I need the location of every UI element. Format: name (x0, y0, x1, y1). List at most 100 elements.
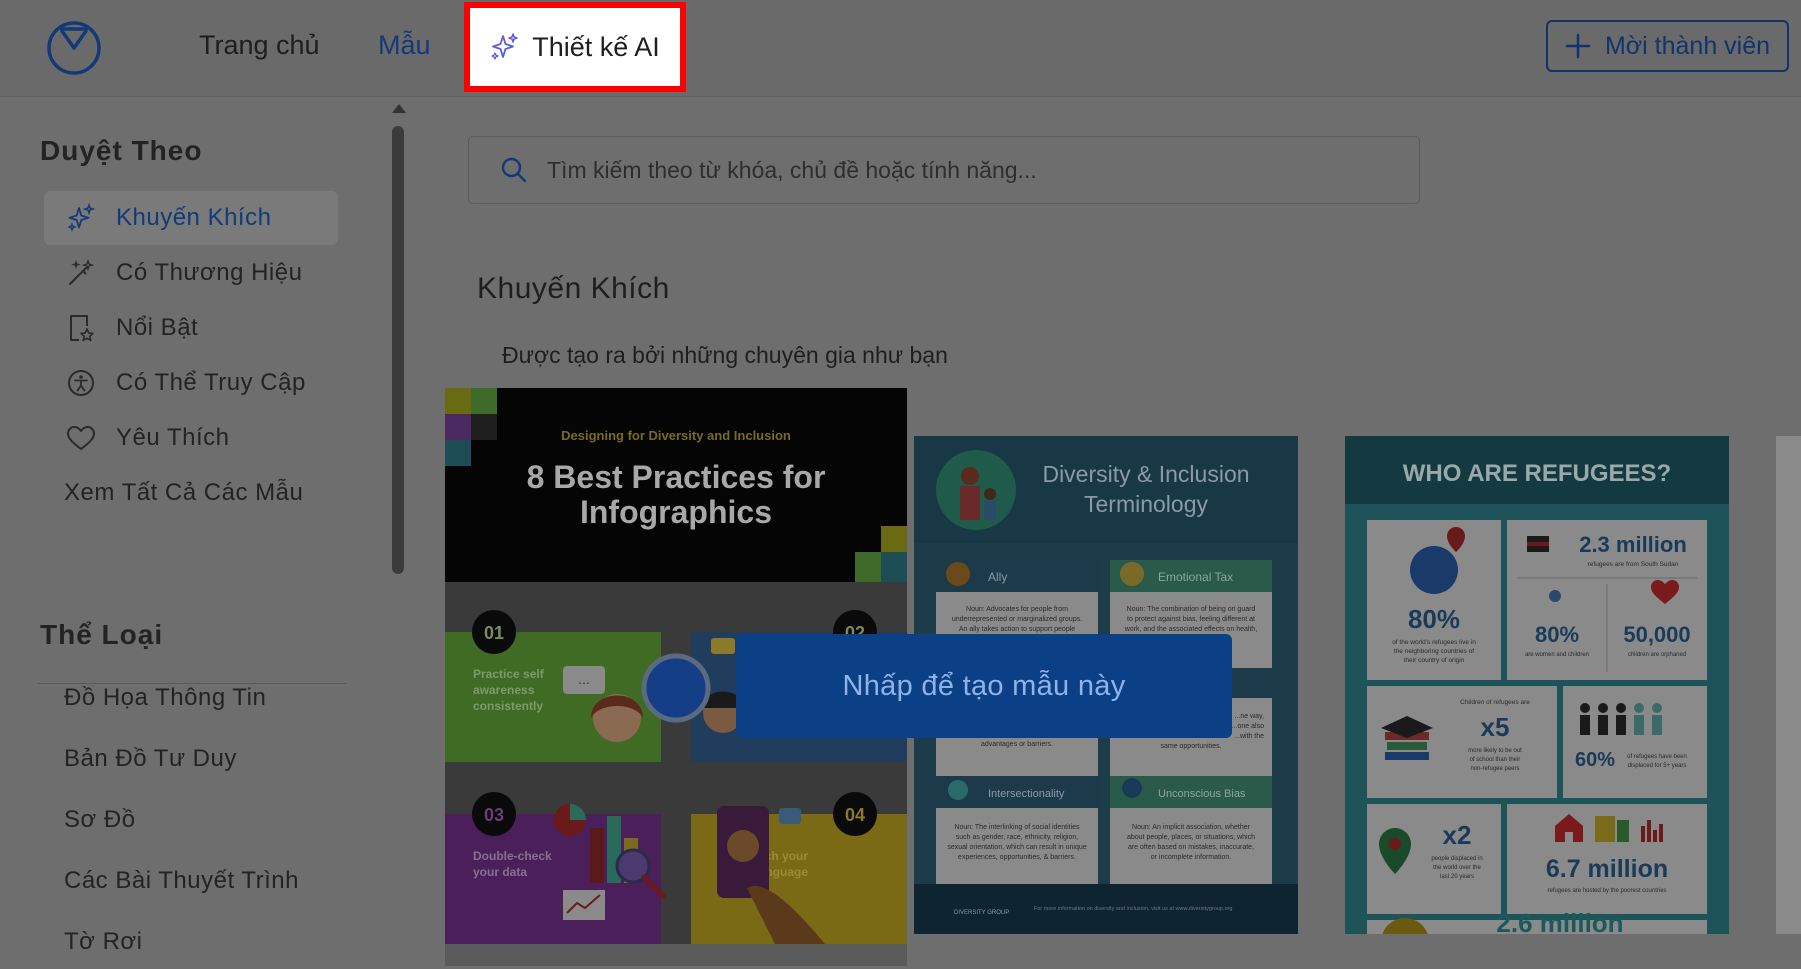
stat-desc: people displaced in (1431, 856, 1482, 862)
illustration-figure (984, 488, 996, 500)
connector-circle (641, 653, 711, 723)
browse-section-title: Duyệt Theo (40, 135, 203, 166)
term-definition: sexual orientation, which can result in … (947, 844, 1086, 851)
section-title: Khuyến Khích (477, 272, 670, 305)
nav-home-link[interactable]: Trang chủ (199, 30, 320, 61)
term-definition: ...one also (1232, 723, 1264, 730)
stat-value: 2.6 million (1496, 908, 1623, 934)
term-definition: underrepresented or marginalized groups. (952, 616, 1082, 623)
term-definition: work, and the associated effects on heal… (1124, 626, 1258, 633)
ai-design-label: Thiết kế AI (532, 31, 660, 62)
deco-square (445, 440, 471, 466)
person-icon (1616, 715, 1626, 735)
invite-member-button[interactable]: Mời thành viên (1546, 20, 1789, 72)
star-document-icon (64, 311, 98, 345)
sidebar-item-accessible[interactable]: Có Thể Truy Cập (44, 356, 338, 410)
sparkles-icon (64, 201, 98, 235)
term-icon (948, 780, 968, 800)
step-text: your data (473, 865, 527, 879)
ai-design-tab[interactable]: Thiết kế AI (464, 2, 686, 92)
sidebar-item-label: Xem Tất Cả Các Mẫu (64, 479, 304, 506)
globe-icon (1410, 546, 1458, 594)
term-definition: Noun: The combination of being on guard (1127, 606, 1256, 613)
books-icon (1385, 752, 1429, 760)
card-title-line2: Infographics (580, 494, 772, 530)
sidebar-item-label: Nổi Bật (116, 314, 199, 341)
stat-desc: displaced for 5+ years (1628, 763, 1687, 769)
stat-value: 6.7 million (1546, 855, 1668, 883)
card-bottom-strip (445, 944, 907, 966)
term-definition: such as gender, race, ethnicity, religio… (956, 834, 1078, 841)
sidebar-item-label: Bản Đồ Tư Duy (64, 745, 237, 772)
speech-bubble-dots: ... (578, 671, 590, 687)
house-door (1565, 832, 1573, 842)
person-icon (1634, 715, 1644, 735)
card-kicker: Designing for Diversity and Inclusion (561, 428, 791, 443)
person-icon (1652, 715, 1662, 735)
term-icon (946, 562, 970, 586)
stat-desc: of refugees have been (1627, 754, 1687, 760)
category-section-title: Thể Loại (40, 619, 164, 650)
sidebar-item-flyers[interactable]: Tờ Rơi (44, 915, 338, 969)
term-definition: or incomplete information. (1151, 854, 1232, 861)
stat-box (1563, 686, 1707, 798)
sidebar-item-mind-maps[interactable]: Bản Đồ Tư Duy (44, 732, 338, 786)
sidebar-scrollbar-thumb[interactable] (392, 126, 404, 574)
sidebar-item-label: Sơ Đồ (64, 806, 136, 833)
scroll-up-arrow[interactable] (392, 104, 406, 113)
stat-desc: refugees are from South Sudan (1588, 561, 1679, 568)
chart-icon (1653, 830, 1657, 842)
deco-square (445, 414, 471, 440)
step-number: 04 (845, 805, 865, 825)
sidebar-item-label: Khuyến Khích (116, 204, 272, 231)
footer-brand: DIVERSITY GROUP (954, 910, 1009, 916)
chart-monitor (563, 890, 605, 920)
person-icon (1598, 715, 1608, 735)
person-icon (1580, 703, 1590, 713)
heart-icon (64, 421, 98, 455)
stat-box (1367, 520, 1501, 680)
chat-bubble (779, 808, 801, 824)
stat-desc: are women and children (1525, 652, 1589, 658)
step-number: 01 (484, 623, 504, 643)
stat-value: 60% (1575, 749, 1615, 771)
chart-icon (1641, 826, 1645, 842)
card-title-line1: 8 Best Practices for (527, 459, 826, 495)
sidebar-item-label: Tờ Rơi (64, 928, 143, 955)
person-icon (1549, 590, 1561, 602)
illustration-face (727, 830, 759, 862)
sidebar-item-presentations[interactable]: Các Bài Thuyết Trình (44, 854, 338, 908)
sidebar-item-favorites[interactable]: Yêu Thích (44, 411, 338, 465)
sidebar-item-branded[interactable]: Có Thương Hiệu (44, 246, 338, 300)
illustration-figure (961, 467, 979, 485)
sidebar-item-featured[interactable]: Nổi Bật (44, 301, 338, 355)
template-card-partial[interactable] (1776, 436, 1801, 934)
illustration-body (984, 500, 996, 520)
person-icon (1580, 715, 1590, 735)
person-icon (1598, 703, 1608, 713)
stat-desc: refugees are hosted by the poorest count… (1547, 888, 1666, 894)
sidebar-item-infographics[interactable]: Đồ Họa Thông Tin (44, 671, 338, 725)
plus-icon (1565, 33, 1591, 59)
template-card-refugees[interactable]: WHO ARE REFUGEES? 80% of the world's ref… (1345, 436, 1729, 934)
term-definition: same opportunities. (1160, 743, 1221, 750)
stat-desc: Children of refugees are (1460, 699, 1530, 706)
magic-wand-icon (64, 256, 98, 290)
search-input[interactable] (545, 155, 1369, 185)
nav-templates-link[interactable]: Mẫu (378, 30, 431, 61)
sidebar-item-label: Có Thể Truy Cập (116, 369, 306, 396)
sidebar-item-recommended[interactable]: Khuyến Khích (44, 191, 338, 245)
flag-stripe (1527, 542, 1549, 546)
pie-slice (570, 804, 586, 820)
search-bar[interactable] (468, 136, 1420, 204)
term-icon (1120, 562, 1144, 586)
sidebar-item-all-templates[interactable]: Xem Tất Cả Các Mẫu (44, 466, 338, 520)
create-template-button[interactable]: Nhấp để tạo mẫu này (736, 634, 1232, 738)
deco-square (445, 388, 471, 414)
sidebar-item-diagrams[interactable]: Sơ Đồ (44, 793, 338, 847)
stat-value: 80% (1408, 604, 1460, 634)
logo-icon[interactable] (46, 20, 102, 76)
stat-desc: children are orphaned (1628, 652, 1686, 658)
term-definition: An ally takes action to support people (959, 626, 1075, 633)
footer-text: For more information on diversity and in… (1034, 906, 1232, 912)
